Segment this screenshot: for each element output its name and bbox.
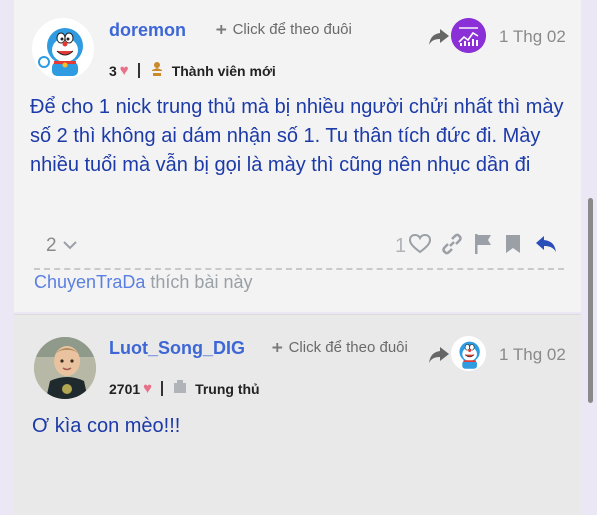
reply-to-avatar[interactable] — [451, 18, 486, 53]
post-body: Để cho 1 nick trung thủ mà bị nhiều ngườ… — [30, 96, 564, 176]
flag-icon[interactable] — [473, 233, 493, 260]
liked-suffix: thích bài này — [150, 272, 253, 292]
doraemon-avatar-image — [451, 336, 486, 371]
user-rank: Trung thủ — [195, 380, 260, 397]
avatar-luot-song-dig[interactable] — [34, 337, 96, 399]
share-arrow-icon[interactable] — [428, 28, 450, 51]
post-date[interactable]: 1 Thg 02 — [499, 27, 566, 47]
post-username[interactable]: Luot_Song_DIG — [109, 338, 245, 359]
like-count: 1 — [395, 235, 407, 257]
follow-label: Click để theo đuôi — [288, 339, 408, 356]
scrollbar[interactable] — [588, 198, 593, 403]
child-photo-avatar — [34, 337, 96, 399]
topic-page: doremon ➕︎ Click để theo đuôi 1 Thg 02 3… — [0, 0, 597, 515]
medal-icon — [150, 61, 164, 80]
user-plus-icon: ➕︎ — [216, 21, 227, 37]
follow-button[interactable]: ➕︎ Click để theo đuôi — [216, 21, 352, 38]
replies-count: 2 — [46, 235, 57, 256]
post-date[interactable]: 1 Thg 02 — [499, 345, 566, 365]
bookmark-icon[interactable] — [505, 234, 521, 259]
liked-by-user-link[interactable]: ChuyenTraDa — [34, 272, 145, 292]
heart-icon: ♥ — [143, 380, 153, 397]
heart-outline-icon[interactable] — [409, 233, 432, 259]
post-card: doremon ➕︎ Click để theo đuôi 1 Thg 02 3… — [14, 0, 581, 312]
doraemon-avatar-image — [32, 18, 94, 80]
chevron-down-icon — [62, 237, 77, 255]
follow-button[interactable]: ➕︎ Click để theo đuôi — [272, 339, 408, 356]
share-arrow-icon[interactable] — [428, 346, 450, 369]
chart-logo-icon — [451, 18, 486, 53]
replies-toggle[interactable]: 2 — [46, 235, 77, 257]
user-plus-icon: ➕︎ — [272, 339, 283, 355]
user-stats: 2701 ♥ Trung thủ — [109, 379, 260, 398]
liked-by-line: ChuyenTraDa thích bài này — [34, 272, 252, 293]
post-card: Luot_Song_DIG ➕︎ Click để theo đuôi 1 Thg — [14, 314, 581, 515]
post-username[interactable]: doremon — [109, 20, 186, 41]
user-rank: Thành viên mới — [171, 62, 276, 79]
reply-icon[interactable] — [535, 235, 557, 258]
medal-icon — [173, 379, 187, 398]
post-body: Ơ kìa con mèo!!! — [32, 415, 181, 437]
likes-count: 3 — [109, 62, 117, 79]
divider — [137, 63, 140, 78]
reply-to-avatar[interactable] — [451, 336, 486, 371]
avatar-doremon[interactable] — [32, 18, 94, 80]
divider — [161, 381, 164, 396]
likes-count: 2701 — [109, 380, 141, 397]
post-actions: 1 — [395, 233, 557, 260]
link-icon[interactable] — [441, 233, 463, 260]
user-stats: 3 ♥ Thành viên mới — [109, 61, 276, 80]
divider-dashed — [34, 268, 564, 270]
follow-label: Click để theo đuôi — [232, 21, 352, 38]
heart-icon: ♥ — [119, 62, 129, 79]
